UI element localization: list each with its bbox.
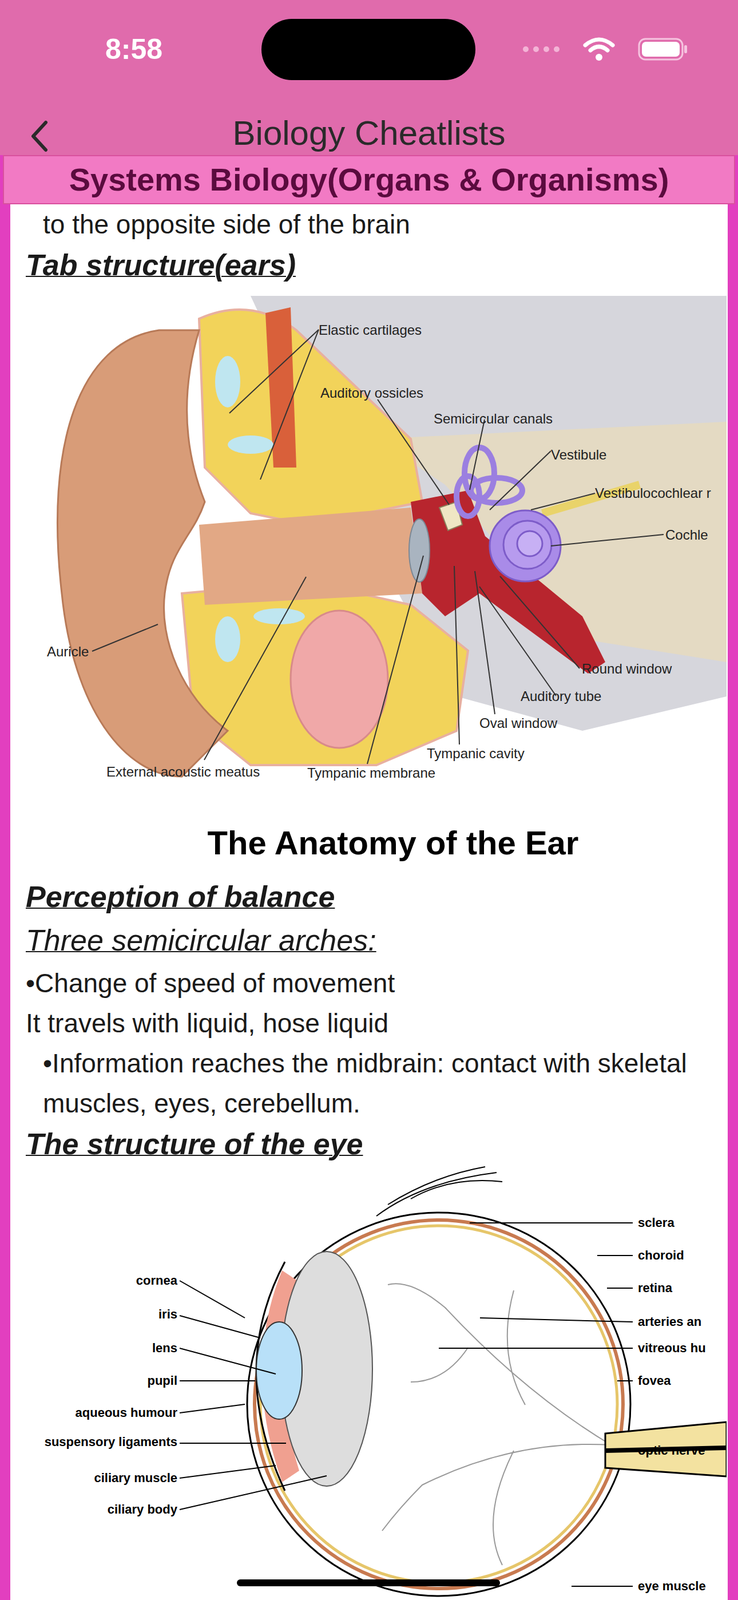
eye-label: fovea	[637, 1373, 671, 1388]
eye-heading: The structure of the eye	[25, 1123, 705, 1165]
ear-label: Tympanic cavity	[426, 746, 525, 761]
eye-label: lens	[10, 1340, 178, 1356]
eye-label: suspensory ligaments	[10, 1434, 178, 1450]
ear-diagram: The Anatomy of the Ear Elastic cartilage…	[10, 295, 727, 868]
ear-label: Round window	[581, 661, 672, 677]
nav-bar: Biology Cheatlists	[0, 98, 738, 156]
ear-label: External acoustic meatus	[106, 764, 260, 780]
signal-icon	[522, 44, 561, 54]
eye-label: ciliary muscle	[10, 1470, 178, 1486]
ear-label: Auricle	[46, 644, 89, 660]
ear-heading: Tab structure(ears)	[25, 244, 705, 286]
eye-label: pupil	[10, 1373, 178, 1388]
back-icon[interactable]	[29, 118, 50, 154]
nav-title: Biology Cheatlists	[232, 113, 506, 154]
balance-heading: Perception of balance	[25, 875, 705, 918]
eye-label: choroid	[637, 1247, 685, 1263]
status-icons	[475, 37, 738, 62]
banner-title: Systems Biology(Organs & Organisms)	[69, 161, 670, 198]
eye-label: ciliary body	[10, 1501, 178, 1517]
eye-label: retina	[637, 1280, 673, 1296]
intro-text: to the opposite side of the brain	[25, 204, 705, 245]
balance-line: •Change of speed of movement	[25, 962, 705, 1003]
top-bar: 8:58 Biology Cheatlists	[0, 0, 738, 156]
section-banner: Systems Biology(Organs & Organisms)	[2, 155, 736, 205]
content: to the opposite side of the brain Tab st…	[10, 204, 728, 1600]
ear-label: Oval window	[479, 715, 558, 731]
eye-diagram: cornea iris lens pupil aqueous humour suspens…	[10, 1164, 727, 1600]
eye-label: eye muscle	[637, 1578, 706, 1594]
home-indicator[interactable]	[236, 1578, 501, 1586]
ear-label: Vestibulocochlear r	[594, 485, 712, 501]
ear-label: Auditory ossicles	[320, 385, 424, 401]
eye-label: sclera	[637, 1215, 675, 1230]
battery-icon	[637, 37, 689, 61]
ear-label: Auditory tube	[520, 688, 602, 704]
wifi-icon	[582, 37, 615, 62]
eye-label: cornea	[10, 1272, 178, 1288]
eye-label: arteries an	[637, 1314, 702, 1329]
eye-label: vitreous hu	[637, 1340, 706, 1356]
ear-caption: The Anatomy of the Ear	[10, 823, 727, 863]
eye-label: iris	[10, 1306, 178, 1322]
screen: 8:58 Biology Cheatlists Systems Biology(…	[0, 0, 738, 1600]
ear-label: Vestibule	[550, 447, 607, 463]
balance-subheading: Three semicircular arches:	[25, 917, 705, 963]
eye-label: optic nerve	[637, 1442, 705, 1458]
eye-label: aqueous humour	[10, 1405, 178, 1420]
balance-line: It travels with liquid, hose liquid	[25, 1002, 705, 1043]
balance-list: •Change of speed of movementIt travels w…	[25, 962, 705, 1124]
ear-label: Elastic cartilages	[318, 322, 422, 338]
dynamic-island	[261, 18, 476, 81]
status-bar: 8:58	[0, 0, 738, 99]
ear-label: Semicircular canals	[433, 411, 553, 427]
ear-label: Cochle	[665, 527, 709, 543]
status-time: 8:58	[105, 32, 163, 67]
balance-line: •Information reaches the midbrain: conta…	[25, 1042, 705, 1124]
ear-label: Tympanic membrane	[307, 765, 436, 781]
